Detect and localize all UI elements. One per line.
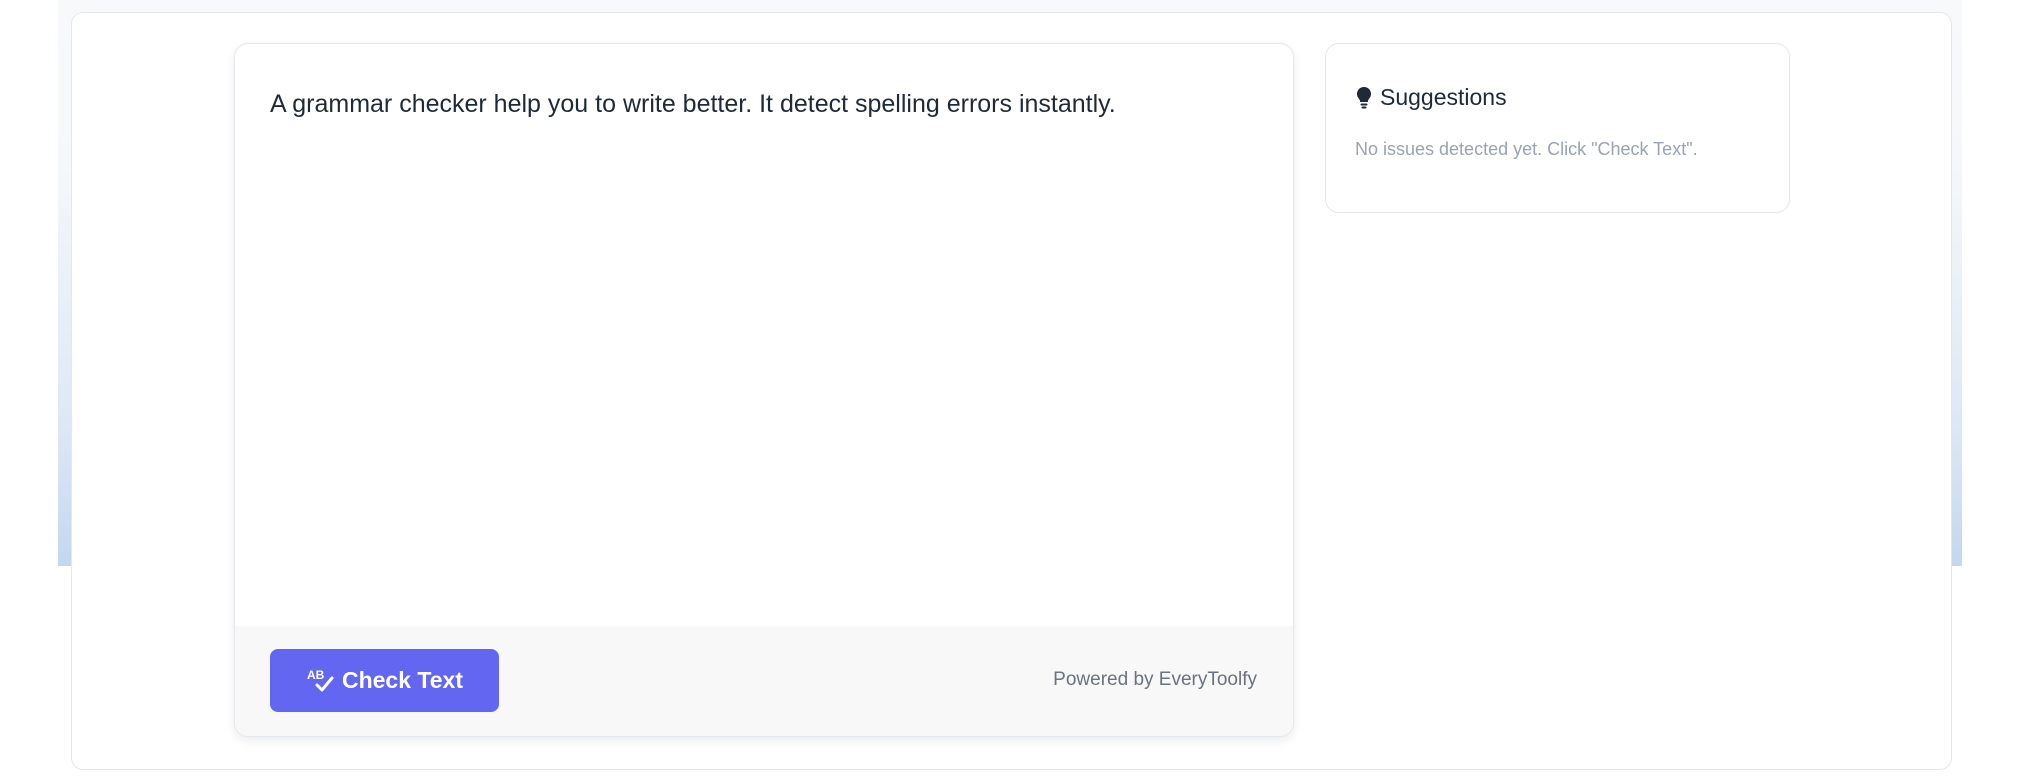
editor-panel: A grammar checker help you to write bett… (234, 43, 1294, 737)
suggestions-empty-message: No issues detected yet. Click "Check Tex… (1355, 139, 1698, 159)
powered-by-text: Powered by EveryToolfy (1053, 669, 1257, 690)
suggestions-title: Suggestions (1380, 84, 1507, 110)
spellcheck-icon: AB (306, 666, 336, 696)
check-text-button[interactable]: AB Check Text (270, 649, 499, 712)
suggestions-heading: Suggestions (1355, 84, 1507, 111)
svg-text:AB: AB (307, 668, 325, 682)
suggestions-panel: Suggestions No issues detected yet. Clic… (1325, 43, 1790, 213)
editor-footer: AB Check Text Powered by EveryToolfy (235, 626, 1293, 736)
check-text-label: Check Text (341, 667, 463, 693)
lightbulb-icon (1355, 85, 1375, 111)
text-editor[interactable]: A grammar checker help you to write bett… (270, 86, 1258, 122)
